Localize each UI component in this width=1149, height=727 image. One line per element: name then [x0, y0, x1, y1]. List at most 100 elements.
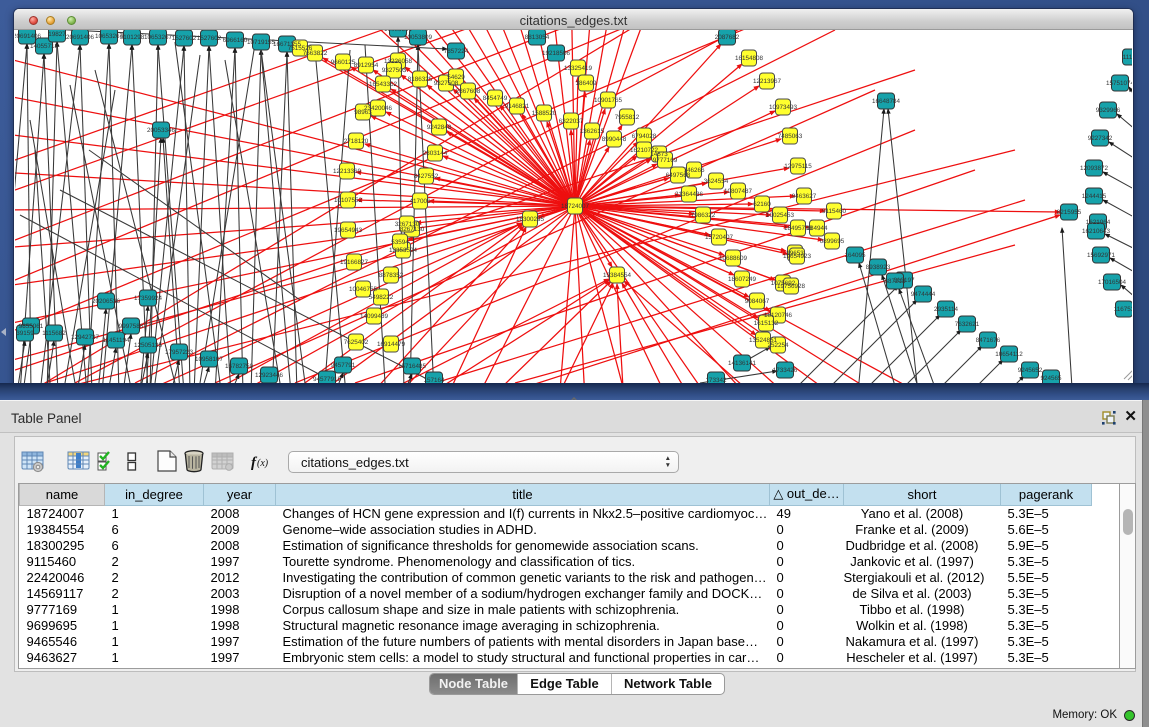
- svg-text:184944: 184944: [806, 225, 828, 232]
- svg-text:8215955: 8215955: [1057, 209, 1082, 216]
- svg-text:6966160: 6966160: [223, 37, 248, 44]
- svg-text:9227342: 9227342: [1088, 135, 1113, 142]
- svg-text:15720407: 15720407: [705, 234, 734, 241]
- svg-text:8186325: 8186325: [408, 76, 433, 83]
- svg-text:19756928: 19756928: [777, 283, 806, 290]
- svg-text:19166827: 19166827: [340, 259, 369, 266]
- svg-text:8938923: 8938923: [866, 264, 891, 271]
- svg-text:39159: 39159: [16, 330, 34, 337]
- svg-text:15692971: 15692971: [1087, 252, 1116, 259]
- svg-text:7632621: 7632621: [955, 321, 980, 328]
- svg-text:20053346: 20053346: [147, 127, 176, 134]
- svg-text:8878352: 8878352: [379, 272, 404, 279]
- svg-text:9463627: 9463627: [792, 193, 817, 200]
- svg-text:417006: 417006: [409, 198, 431, 205]
- svg-text:12942737: 12942737: [71, 334, 100, 341]
- svg-text:6794028: 6794028: [632, 133, 657, 140]
- svg-text:13226058: 13226058: [384, 58, 413, 65]
- svg-text:10053809: 10053809: [404, 34, 433, 41]
- svg-text:9777169: 9777169: [653, 157, 678, 164]
- svg-text:7955812: 7955812: [615, 114, 640, 121]
- svg-text:252254: 252254: [767, 342, 789, 349]
- svg-text:10807487: 10807487: [724, 188, 753, 195]
- svg-text:12975115: 12975115: [784, 163, 812, 170]
- svg-text:20691406: 20691406: [15, 33, 41, 40]
- svg-text:20206536: 20206536: [92, 298, 121, 305]
- svg-text:15751074: 15751074: [1106, 80, 1132, 87]
- svg-text:9855061: 9855061: [19, 323, 44, 330]
- svg-text:9457791b: 9457791b: [313, 376, 342, 383]
- svg-text:19218506: 19218506: [542, 50, 571, 57]
- svg-text:164095: 164095: [844, 252, 866, 259]
- svg-text:1621064: 1621064: [1086, 219, 1111, 226]
- svg-text:1615132: 1615132: [754, 320, 779, 327]
- svg-text:10901765: 10901765: [594, 97, 623, 104]
- svg-text:12213369: 12213369: [333, 168, 362, 175]
- svg-text:8990448: 8990448: [602, 136, 627, 143]
- svg-text:17016504: 17016504: [1098, 279, 1127, 286]
- svg-text:1527602: 1527602: [197, 35, 222, 42]
- svg-text:8813054: 8813054: [525, 34, 550, 41]
- svg-text:8427552: 8427552: [414, 173, 439, 180]
- svg-text:2087682: 2087682: [715, 34, 740, 41]
- svg-text:7857224: 7857224: [444, 48, 469, 55]
- svg-text:1362615: 1362615: [580, 128, 605, 135]
- svg-text:9474444: 9474444: [911, 291, 936, 298]
- svg-text:8471676: 8471676: [976, 337, 1001, 344]
- svg-text:7663822: 7663822: [303, 50, 328, 57]
- svg-text:8912954: 8912954: [354, 62, 379, 69]
- svg-text:20691406: 20691406: [66, 34, 95, 41]
- svg-text:3624554: 3624554: [704, 178, 729, 185]
- svg-text:8454749: 8454749: [483, 95, 508, 102]
- svg-text:19384554: 19384554: [603, 272, 632, 279]
- svg-text:10653267: 10653267: [144, 34, 173, 41]
- svg-text:19654943: 19654943: [334, 227, 363, 234]
- svg-text:9327503: 9327503: [382, 67, 407, 74]
- svg-text:2867608: 2867608: [456, 88, 481, 95]
- svg-text:12093872: 12093872: [1080, 165, 1109, 172]
- svg-text:21364436: 21364436: [675, 191, 704, 198]
- svg-text:11173: 11173: [1123, 54, 1132, 61]
- svg-text:15716485: 15716485: [398, 363, 427, 370]
- svg-text:18607249: 18607249: [728, 276, 757, 283]
- svg-text:12213967: 12213967: [753, 78, 782, 85]
- svg-text:16210643: 16210643: [1082, 228, 1111, 235]
- svg-text:12353594: 12353594: [389, 247, 418, 254]
- svg-text:116753: 116753: [1114, 306, 1132, 313]
- svg-text:9242848: 9242848: [427, 124, 452, 131]
- svg-text:1588520: 1588520: [532, 110, 557, 117]
- svg-text:9084067: 9084067: [745, 298, 770, 305]
- svg-text:7986322: 7986322: [691, 212, 716, 219]
- svg-text:746266: 746266: [683, 167, 705, 174]
- svg-text:16120746: 16120746: [764, 312, 793, 319]
- svg-text:2935114: 2935114: [934, 306, 959, 313]
- svg-text:19827: 19827: [48, 31, 66, 38]
- svg-text:17359924: 17359924: [134, 295, 163, 302]
- svg-text:18724007: 18724007: [561, 203, 590, 210]
- svg-text:2718120: 2718120: [344, 138, 369, 145]
- svg-text:2803144: 2803144: [423, 150, 448, 157]
- svg-text:1527602: 1527602: [172, 35, 197, 42]
- svg-text:6322037: 6322037: [559, 118, 584, 125]
- svg-text:9327508: 9327508: [434, 80, 459, 87]
- svg-text:17957223: 17957223: [165, 349, 194, 356]
- svg-text:687213: 687213: [884, 278, 906, 285]
- svg-text:14099489: 14099489: [360, 313, 389, 320]
- svg-text:12505135: 12505135: [134, 342, 163, 349]
- svg-text:(x): (x): [257, 458, 269, 469]
- svg-text:54629: 54629: [447, 74, 465, 81]
- svg-text:10053809: 10053809: [384, 30, 413, 33]
- svg-text:12923446: 12923446: [255, 372, 284, 379]
- svg-text:9997588: 9997588: [119, 323, 144, 330]
- svg-text:3267130: 3267130: [395, 221, 420, 228]
- svg-text:1733426: 1733426: [773, 367, 798, 374]
- svg-text:9101298: 9101298: [120, 34, 145, 41]
- svg-text:9329966: 9329966: [1096, 107, 1121, 114]
- svg-text:9457791: 9457791: [331, 362, 356, 369]
- svg-text:0899695: 0899695: [820, 238, 845, 245]
- svg-text:16782759: 16782759: [225, 363, 254, 370]
- svg-text:62160: 62160: [753, 201, 771, 208]
- svg-text:9245652: 9245652: [1018, 367, 1043, 374]
- svg-text:14055713: 14055713: [30, 43, 59, 50]
- svg-text:16543362: 16543362: [369, 81, 398, 88]
